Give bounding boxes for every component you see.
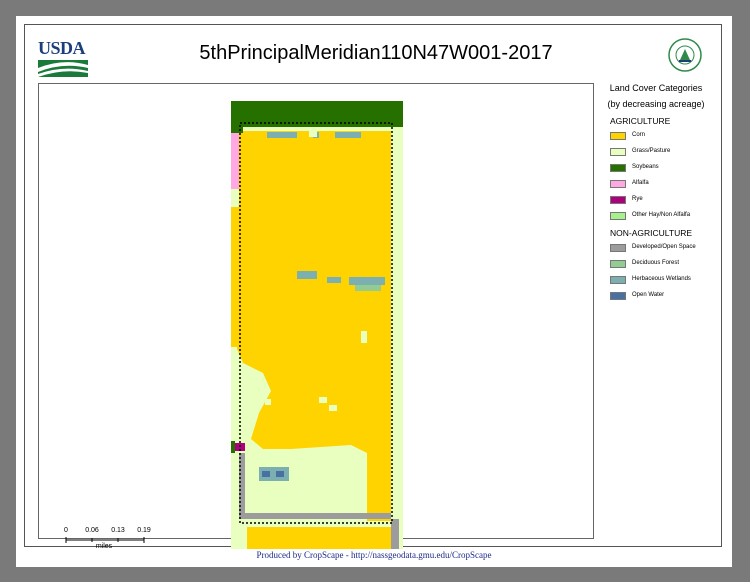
legend-swatch [610, 212, 626, 220]
nass-seal-icon [668, 38, 702, 72]
legend-item: Developed/Open Space [610, 240, 716, 256]
legend-swatch [610, 244, 626, 252]
legend-swatch [610, 260, 626, 268]
scale-tick-1: 0.06 [85, 527, 99, 534]
crop-map[interactable] [231, 101, 403, 549]
legend-label: Developed/Open Space [632, 244, 696, 250]
legend-label: Soybeans [632, 164, 659, 170]
legend-label: Rye [632, 196, 643, 202]
legend-subtitle: (by decreasing acreage) [607, 99, 705, 109]
map-sheet: USDA 5thPrincipalMeridian110N47W001-2017 [16, 16, 732, 567]
wetland-area [297, 271, 317, 279]
legend-swatch [610, 196, 626, 204]
legend-swatch [610, 276, 626, 284]
legend-item: Rye [610, 192, 716, 208]
legend-item: Other Hay/Non Alfalfa [610, 208, 716, 224]
legend-label: Grass/Pasture [632, 148, 671, 154]
legend-swatch [610, 292, 626, 300]
corn-strip-bottom [247, 527, 391, 549]
map-title: 5thPrincipalMeridian110N47W001-2017 [199, 42, 553, 64]
legend-swatch [610, 132, 626, 140]
legend-label: Corn [632, 132, 646, 138]
legend-label: Herbaceous Wetlands [632, 276, 691, 282]
crop-raster [231, 101, 403, 549]
scale-tick-2: 0.13 [111, 527, 125, 534]
legend-swatch [610, 148, 626, 156]
credit-text: Produced by CropScape - http://nassgeoda… [256, 550, 492, 560]
usda-logo-graphic [38, 60, 88, 77]
legend-item: Open Water [610, 288, 716, 304]
legend: Land Cover Categories (by decreasing acr… [596, 80, 716, 304]
map-panel: 0 0.06 0.13 0.19 miles [38, 83, 594, 550]
legend-item: Grass/Pasture [610, 144, 716, 160]
legend-item: Deciduous Forest [610, 256, 716, 272]
legend-swatch [610, 164, 626, 172]
scale-bar-line [65, 537, 145, 543]
legend-agriculture-list: Corn Grass/Pasture Soybeans Alfalfa Rye Other… [596, 128, 716, 224]
legend-item: Corn [610, 128, 716, 144]
scale-unit: miles [95, 543, 113, 550]
legend-label: Deciduous Forest [632, 260, 680, 266]
legend-item: Herbaceous Wetlands [610, 272, 716, 288]
legend-item: Soybeans [610, 160, 716, 176]
legend-non-agriculture-heading: NON-AGRICULTURE [610, 228, 693, 238]
legend-label: Open Water [632, 292, 665, 298]
scale-tick-0: 0 [64, 527, 68, 534]
legend-title: Land Cover Categories [609, 83, 703, 93]
legend-label: Other Hay/Non Alfalfa [632, 212, 691, 218]
usda-logo: USDA [38, 38, 90, 78]
legend-swatch [610, 180, 626, 188]
scale-tick-3: 0.19 [137, 527, 151, 534]
legend-item: Alfalfa [610, 176, 716, 192]
legend-agriculture-heading: AGRICULTURE [610, 116, 671, 126]
legend-label: Alfalfa [632, 180, 649, 186]
alfalfa-area [231, 133, 239, 189]
legend-non-agriculture-list: Developed/Open Space Deciduous Forest Herb… [596, 240, 716, 304]
